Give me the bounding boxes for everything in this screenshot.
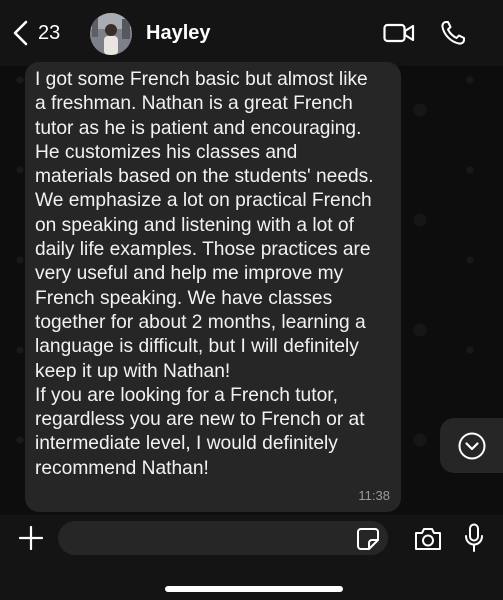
home-indicator[interactable] <box>165 586 343 592</box>
back-button[interactable]: 23 <box>12 18 60 48</box>
microphone-icon[interactable] <box>464 523 484 553</box>
chevron-down-circle-icon <box>458 432 485 459</box>
message-timestamp: 11:38 <box>358 488 390 503</box>
avatar[interactable] <box>90 13 132 55</box>
message-bubble[interactable]: I got some French basic but almost like … <box>25 62 401 512</box>
contact-name[interactable]: Hayley <box>146 22 211 45</box>
phone-icon[interactable] <box>440 20 466 46</box>
avatar-photo <box>90 13 132 55</box>
chevron-left-icon <box>13 20 28 46</box>
sticker-icon[interactable] <box>356 527 380 551</box>
scroll-to-bottom-button[interactable] <box>440 418 503 473</box>
message-input[interactable] <box>58 521 388 555</box>
camera-icon[interactable] <box>413 526 443 552</box>
plus-icon[interactable] <box>18 525 44 551</box>
chat-header <box>0 0 503 66</box>
unread-count: 23 <box>38 21 61 44</box>
video-camera-icon[interactable] <box>383 21 415 45</box>
message-text: I got some French basic but almost like … <box>35 69 374 479</box>
